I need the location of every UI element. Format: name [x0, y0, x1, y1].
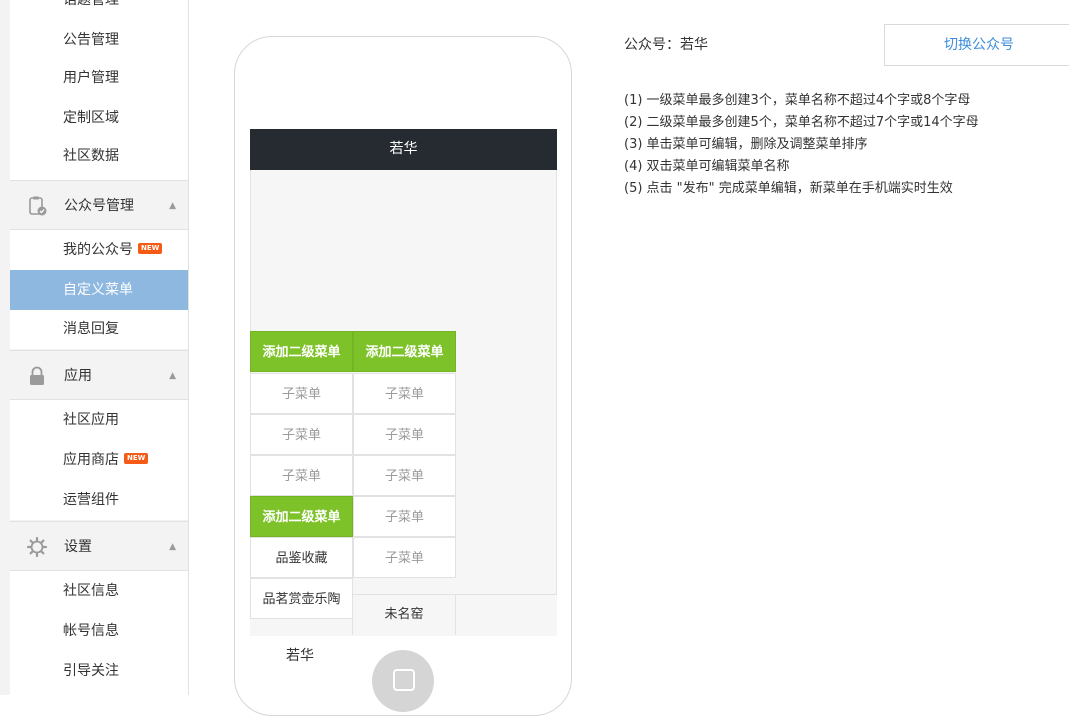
- bottom-tab-3[interactable]: [456, 595, 557, 635]
- caret-up-icon: ▲: [169, 542, 176, 552]
- submenu-item[interactable]: 子菜单: [250, 373, 353, 414]
- sidebar: 话题管理 公告管理 用户管理 定制区域 社区数据 公众号管理 ▲ 我的公众号 NE…: [0, 0, 189, 695]
- submenu-label: 子菜单: [384, 551, 424, 566]
- sidebar-item-ops-components[interactable]: 运营组件: [10, 480, 188, 520]
- sidebar-item-label: 消息回复: [63, 321, 119, 337]
- add-submenu-button[interactable]: 添加二级菜单: [250, 331, 353, 372]
- button-label: 添加二级菜单: [262, 510, 341, 525]
- sidebar-item-topics[interactable]: 话题管理: [10, 0, 188, 20]
- submenu-label: 品鉴收藏: [275, 551, 328, 566]
- submenu-label: 子菜单: [281, 469, 321, 484]
- sidebar-item-app-store[interactable]: 应用商店 NEW: [10, 440, 188, 480]
- submenu-item[interactable]: 子菜单: [353, 373, 456, 414]
- caret-up-icon: ▲: [169, 371, 176, 381]
- submenu-item[interactable]: 子菜单: [250, 414, 353, 455]
- sidebar-item-label: 社区数据: [63, 148, 119, 164]
- tip-line: (4) 双击菜单可编辑菜单名称: [624, 159, 790, 174]
- sidebar-item-community-apps[interactable]: 社区应用: [10, 400, 188, 440]
- sidebar-item-message-reply[interactable]: 消息回复: [10, 309, 188, 349]
- sidebar-item-announcements[interactable]: 公告管理: [10, 20, 188, 60]
- sidebar-item-label: 引导关注: [63, 663, 119, 679]
- sidebar-item-label: 自定义菜单: [63, 282, 133, 298]
- tip-line: (1) 一级菜单最多创建3个，菜单名称不超过4个字或8个字母: [624, 93, 971, 108]
- add-submenu-button[interactable]: 添加二级菜单: [353, 331, 456, 372]
- sidebar-item-label: 应用商店: [63, 452, 119, 468]
- sidebar-item-custom-area[interactable]: 定制区域: [10, 98, 188, 138]
- submenu-item[interactable]: 子菜单: [353, 496, 456, 537]
- tip-line: (5) 点击 "发布" 完成菜单编辑，新菜单在手机端实时生效: [624, 181, 953, 196]
- sidebar-item-account-info[interactable]: 帐号信息: [10, 611, 188, 651]
- clipboard-icon: [29, 196, 47, 216]
- submenu-item[interactable]: 子菜单: [353, 537, 456, 578]
- tip-line: (2) 二级菜单最多创建5个，菜单名称不超过7个字或14个字母: [624, 115, 979, 130]
- sidebar-item-custom-menu[interactable]: 自定义菜单: [10, 270, 188, 310]
- sidebar-item-label: 我的公众号: [63, 242, 133, 258]
- submenu-item-pinjian[interactable]: 品鉴收藏: [250, 537, 353, 578]
- sidebar-item-label: 公告管理: [63, 32, 119, 48]
- sidebar-item-community-data[interactable]: 社区数据: [10, 136, 188, 176]
- sidebar-item-label: 社区应用: [63, 412, 119, 428]
- bottom-tab-weimingyao[interactable]: 未名窑: [353, 595, 456, 635]
- sidebar-item-users[interactable]: 用户管理: [10, 58, 188, 98]
- lock-icon: [30, 366, 44, 385]
- sidebar-section-apps[interactable]: 应用 ▲: [10, 350, 188, 400]
- caret-up-icon: ▲: [169, 201, 176, 211]
- submenu-label: 子菜单: [281, 387, 321, 402]
- new-badge: NEW: [124, 452, 149, 464]
- section-label: 应用: [64, 368, 92, 384]
- phone-below-label: 若华: [286, 648, 314, 664]
- new-badge: NEW: [138, 242, 163, 254]
- sidebar-item-label: 社区信息: [63, 583, 119, 599]
- button-label: 添加二级菜单: [262, 345, 341, 360]
- button-label: 添加二级菜单: [365, 345, 444, 360]
- sidebar-item-my-accounts[interactable]: 我的公众号 NEW: [10, 230, 188, 270]
- phone-header-title: 若华: [250, 129, 557, 170]
- gear-icon: [26, 536, 48, 558]
- sidebar-item-label: 帐号信息: [63, 623, 119, 639]
- home-square-icon: [393, 669, 415, 691]
- sidebar-item-community-info[interactable]: 社区信息: [10, 571, 188, 611]
- submenu-label: 子菜单: [384, 510, 424, 525]
- submenu-label: 子菜单: [281, 428, 321, 443]
- menu-tips: (1) 一级菜单最多创建3个，菜单名称不超过4个字或8个字母 (2) 二级菜单最…: [624, 90, 979, 200]
- sidebar-section-settings[interactable]: 设置 ▲: [10, 521, 188, 571]
- submenu-item-pinming[interactable]: 品茗赏壶乐陶: [250, 578, 353, 619]
- home-button: [372, 650, 434, 712]
- submenu-item[interactable]: 子菜单: [353, 455, 456, 496]
- submenu-label: 子菜单: [384, 428, 424, 443]
- tab-label: 未名窑: [384, 607, 424, 622]
- submenu-label: 子菜单: [384, 469, 424, 484]
- add-submenu-button[interactable]: 添加二级菜单: [250, 496, 353, 537]
- account-label: 公众号：若华: [624, 37, 708, 53]
- submenu-label: 品茗赏壶乐陶: [262, 592, 341, 607]
- submenu-label: 子菜单: [384, 387, 424, 402]
- sidebar-item-label: 用户管理: [63, 70, 119, 86]
- sidebar-item-follow-guide[interactable]: 引导关注: [10, 651, 188, 691]
- section-label: 设置: [64, 539, 92, 555]
- sidebar-item-label: 运营组件: [63, 492, 119, 508]
- sidebar-section-official-accounts[interactable]: 公众号管理 ▲: [10, 180, 188, 230]
- sidebar-item-label: 定制区域: [63, 110, 119, 126]
- submenu-item[interactable]: 子菜单: [250, 455, 353, 496]
- sidebar-item-label: 话题管理: [63, 0, 119, 8]
- submenu-item[interactable]: 子菜单: [353, 414, 456, 455]
- tip-line: (3) 单击菜单可编辑，删除及调整菜单排序: [624, 137, 868, 152]
- switch-account-button[interactable]: 切换公众号: [884, 24, 1069, 66]
- section-label: 公众号管理: [64, 198, 134, 214]
